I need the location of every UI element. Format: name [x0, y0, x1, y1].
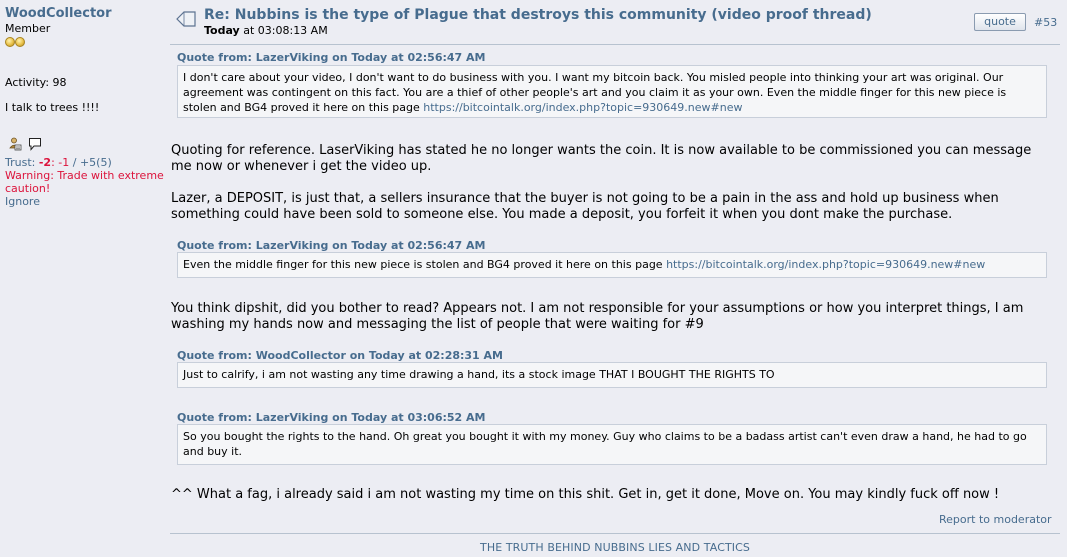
forum-post: WoodCollector Member Activity: 98 I talk… — [0, 0, 1067, 557]
quote-text: Just to calrify, i am not wasting any ti… — [183, 368, 775, 381]
poster-name-link[interactable]: WoodCollector — [5, 6, 165, 22]
poster-rank: Member — [5, 22, 51, 35]
coin-icon — [15, 37, 25, 47]
trust-negative: -2 — [38, 156, 52, 169]
quote-block: I don't care about your video, I don't w… — [177, 65, 1047, 118]
poster-icons — [8, 137, 42, 151]
trust-score: Trust: -2: -1 / +5(5) Warning: Trade wit… — [5, 156, 165, 208]
report-to-moderator-link[interactable]: Report to moderator — [939, 512, 1052, 528]
coin-icon — [5, 37, 15, 47]
quote-block: Just to calrify, i am not wasting any ti… — [177, 362, 1047, 388]
trust-warning: Warning: Trade with extreme caution! — [5, 169, 164, 195]
poster-activity: Activity: 98 — [5, 76, 67, 89]
profile-icon[interactable] — [8, 137, 22, 151]
poster-info: WoodCollector Member Activity: 98 I talk… — [5, 6, 165, 208]
post-paragraph: Lazer, a DEPOSIT, is just that, a seller… — [171, 191, 999, 222]
trust-positive: / +5(5) — [69, 156, 112, 169]
post-xx-icon — [176, 11, 196, 31]
post-header: Re: Nubbins is the type of Plague that d… — [176, 6, 1061, 40]
post-paragraph: You think dipshit, did you bother to rea… — [171, 301, 1024, 332]
signature-text: THE TRUTH BEHIND NUBBINS LIES AND TACTIC… — [480, 541, 750, 554]
quote-link[interactable]: https://bitcointalk.org/index.php?topic=… — [423, 101, 742, 114]
personal-message-icon[interactable] — [28, 137, 42, 151]
quote-button[interactable]: quote — [974, 13, 1026, 31]
ignore-link[interactable]: Ignore — [5, 195, 165, 208]
post-date-time: at 03:08:13 AM — [239, 24, 328, 37]
signature-divider — [170, 533, 1060, 534]
post-date-day: Today — [204, 24, 240, 37]
post-paragraph: Quoting for reference. LaserViking has s… — [171, 143, 1032, 174]
quote-text: Even the middle finger for this new piec… — [183, 258, 667, 271]
rank-coins — [5, 37, 165, 47]
quote-block: So you bought the rights to the hand. Oh… — [177, 424, 1047, 465]
quote-link[interactable]: https://bitcointalk.org/index.php?topic=… — [666, 258, 985, 271]
post-subject-link[interactable]: Re: Nubbins is the type of Plague that d… — [204, 7, 872, 23]
quote-block: Even the middle finger for this new piec… — [177, 252, 1047, 278]
trust-label: Trust: — [5, 156, 39, 169]
poster-personal-text: I talk to trees !!!! — [5, 101, 100, 114]
post-date: Today at 03:08:13 AM — [204, 24, 328, 37]
post-paragraph: ^^ What a fag, i already said i am not w… — [171, 487, 1000, 502]
quote-header[interactable]: Quote from: LazerViking on Today at 02:5… — [177, 50, 485, 66]
post-number-link[interactable]: #53 — [1034, 16, 1057, 29]
trust-negative-secondary: -1 — [58, 156, 70, 169]
header-divider — [170, 44, 1060, 45]
quote-text: So you bought the rights to the hand. Oh… — [183, 430, 1027, 458]
